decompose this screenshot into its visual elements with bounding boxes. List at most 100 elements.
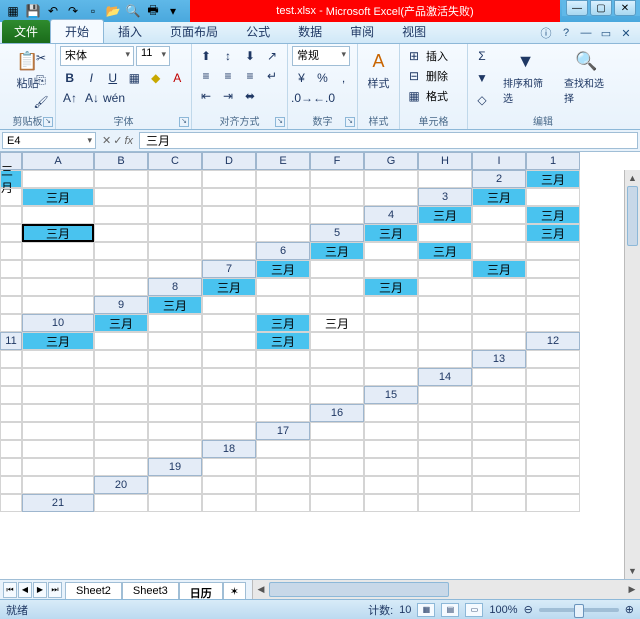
row-header-19[interactable]: 19: [148, 458, 202, 476]
tab-pagelayout[interactable]: 页面布局: [156, 20, 232, 43]
orientation-icon[interactable]: ↗: [262, 46, 282, 66]
cell-E20[interactable]: [364, 476, 418, 494]
cell-B21[interactable]: [148, 494, 202, 512]
minimize-button[interactable]: —: [566, 0, 588, 16]
cut-icon[interactable]: ✂: [31, 48, 51, 68]
align-left-icon[interactable]: ≡: [196, 66, 216, 86]
cell-I15[interactable]: [256, 404, 310, 422]
cell-E21[interactable]: [310, 494, 364, 512]
print-icon[interactable]: 🖶: [144, 2, 162, 20]
sheet-first-icon[interactable]: ⏮: [3, 582, 17, 598]
copy-icon[interactable]: ⎘: [31, 70, 51, 90]
cell-B8[interactable]: [256, 278, 310, 296]
cell-C20[interactable]: [256, 476, 310, 494]
hscroll-thumb[interactable]: [269, 582, 449, 597]
cell-D15[interactable]: [0, 404, 22, 422]
cell-C8[interactable]: [310, 278, 364, 296]
cell-F13[interactable]: [202, 368, 256, 386]
cell-H16[interactable]: [148, 422, 202, 440]
page-break-view-icon[interactable]: ▭: [465, 603, 483, 617]
doc-restore-icon[interactable]: ▭: [598, 25, 614, 41]
row-header-7[interactable]: 7: [202, 260, 256, 278]
cell-B20[interactable]: [202, 476, 256, 494]
open-icon[interactable]: 📂: [104, 2, 122, 20]
sheet-tab-sheet2[interactable]: Sheet2: [65, 582, 122, 599]
cell-C2[interactable]: 三月: [22, 188, 94, 206]
decrease-font-icon[interactable]: A↓: [82, 88, 102, 108]
cell-C21[interactable]: [202, 494, 256, 512]
qat-dropdown-icon[interactable]: ▾: [164, 2, 182, 20]
cell-G4[interactable]: [148, 224, 202, 242]
cell-B13[interactable]: [0, 368, 22, 386]
column-header-E[interactable]: E: [256, 152, 310, 170]
cell-D14[interactable]: [22, 386, 94, 404]
cell-I11[interactable]: [472, 332, 526, 350]
cell-I13[interactable]: [364, 368, 418, 386]
cell-F14[interactable]: [148, 386, 202, 404]
cell-G13[interactable]: [256, 368, 310, 386]
cell-I5[interactable]: [202, 242, 256, 260]
tab-formulas[interactable]: 公式: [232, 20, 284, 43]
cell-I12[interactable]: [418, 350, 472, 368]
cell-A10[interactable]: 三月: [94, 314, 148, 332]
cell-F3[interactable]: [148, 206, 202, 224]
row-header-17[interactable]: 17: [256, 422, 310, 440]
cell-D6[interactable]: [472, 242, 526, 260]
cell-I19[interactable]: [22, 476, 94, 494]
merge-icon[interactable]: ⬌: [240, 86, 260, 106]
delete-cells-label[interactable]: 删除: [426, 68, 448, 84]
row-header-11[interactable]: 11: [0, 332, 22, 350]
increase-decimal-icon[interactable]: .0→: [292, 88, 312, 108]
redo-icon[interactable]: ↷: [64, 2, 82, 20]
cell-E7[interactable]: 三月: [472, 260, 526, 278]
cell-H13[interactable]: [310, 368, 364, 386]
cell-A14[interactable]: [472, 368, 526, 386]
row-header-4[interactable]: 4: [364, 206, 418, 224]
cell-I14[interactable]: [310, 386, 364, 404]
tab-review[interactable]: 审阅: [336, 20, 388, 43]
cell-G1[interactable]: [310, 170, 364, 188]
cell-E11[interactable]: 三月: [256, 332, 310, 350]
cancel-formula-icon[interactable]: ✕: [102, 134, 111, 147]
cell-A4[interactable]: 三月: [418, 206, 472, 224]
cell-C9[interactable]: [256, 296, 310, 314]
cell-I2[interactable]: [364, 188, 418, 206]
cell-G12[interactable]: [310, 350, 364, 368]
cell-A11[interactable]: 三月: [22, 332, 94, 350]
tab-insert[interactable]: 插入: [104, 20, 156, 43]
cell-E14[interactable]: [94, 386, 148, 404]
row-header-2[interactable]: 2: [472, 170, 526, 188]
cell-A13[interactable]: [526, 350, 580, 368]
horizontal-scrollbar[interactable]: ◀ ▶: [252, 580, 640, 599]
row-header-9[interactable]: 9: [94, 296, 148, 314]
cell-H1[interactable]: [364, 170, 418, 188]
cell-B11[interactable]: [94, 332, 148, 350]
sheet-last-icon[interactable]: ⏭: [48, 582, 62, 598]
cell-B12[interactable]: [22, 350, 94, 368]
cell-E18[interactable]: [472, 440, 526, 458]
cell-F2[interactable]: [202, 188, 256, 206]
cell-E12[interactable]: [202, 350, 256, 368]
cell-G10[interactable]: [418, 314, 472, 332]
cell-H19[interactable]: [0, 476, 22, 494]
cell-D18[interactable]: [418, 440, 472, 458]
preview-icon[interactable]: 🔍: [124, 2, 142, 20]
sheet-next-icon[interactable]: ▶: [33, 582, 47, 598]
cell-D5[interactable]: 三月: [526, 224, 580, 242]
insert-cells-icon[interactable]: ⊞: [404, 46, 424, 66]
cell-I7[interactable]: [94, 278, 148, 296]
row-header-21[interactable]: 21: [22, 494, 94, 512]
cell-G9[interactable]: [472, 296, 526, 314]
tab-data[interactable]: 数据: [284, 20, 336, 43]
enter-formula-icon[interactable]: ✓: [113, 134, 122, 147]
number-format-combo[interactable]: 常规: [292, 46, 350, 66]
cell-G20[interactable]: [472, 476, 526, 494]
cell-B5[interactable]: [418, 224, 472, 242]
cell-C17[interactable]: [418, 422, 472, 440]
cell-G3[interactable]: [202, 206, 256, 224]
comma-icon[interactable]: ,: [334, 68, 353, 88]
column-header-D[interactable]: D: [202, 152, 256, 170]
cell-G11[interactable]: [364, 332, 418, 350]
cell-H21[interactable]: [472, 494, 526, 512]
cell-H11[interactable]: [418, 332, 472, 350]
